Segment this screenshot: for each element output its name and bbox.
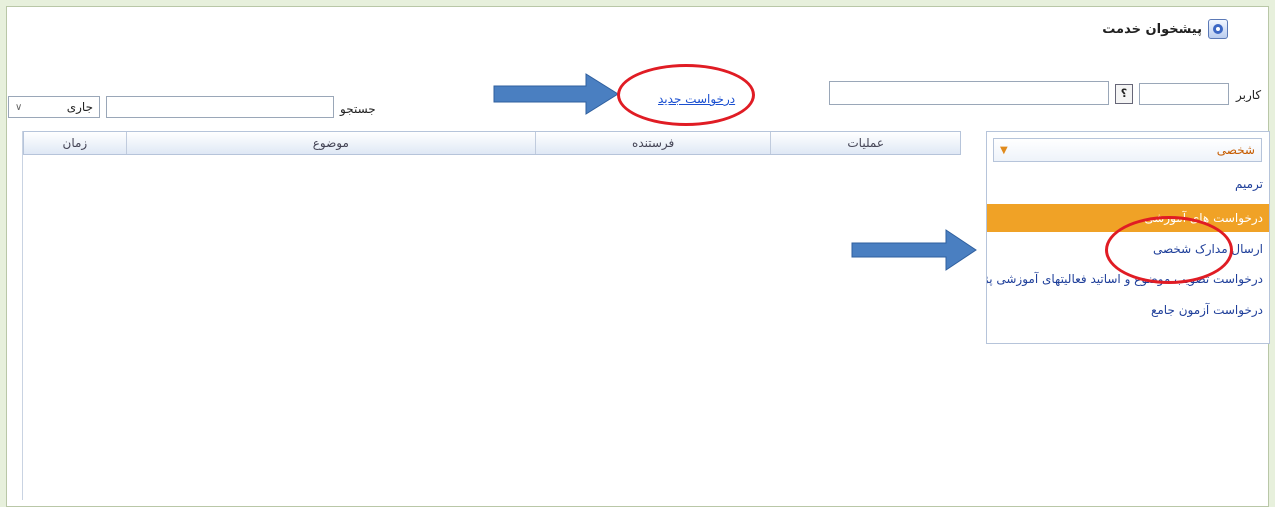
user-label: کاربر bbox=[1236, 88, 1262, 102]
grid-header: عملیات فرستنده موضوع زمان bbox=[23, 131, 961, 155]
annotation-circle-educational bbox=[1105, 216, 1233, 284]
annotation-arrow-icon bbox=[493, 73, 619, 115]
user-input[interactable] bbox=[1139, 83, 1229, 105]
column-sender[interactable]: فرستنده bbox=[534, 132, 771, 154]
title-bar: پیشخوان خدمت bbox=[1102, 19, 1228, 39]
category-dropdown[interactable]: ▼ شخصی bbox=[993, 138, 1262, 162]
search-input[interactable] bbox=[106, 96, 334, 118]
user-name-field bbox=[829, 81, 1109, 105]
annotation-arrow-icon-2 bbox=[851, 229, 977, 271]
menu-item-restore[interactable]: ترمیم bbox=[987, 170, 1269, 198]
search-label: جستجو bbox=[340, 102, 376, 116]
category-dropdown-value: شخصی bbox=[1216, 143, 1255, 157]
request-grid: عملیات فرستنده موضوع زمان bbox=[22, 131, 961, 500]
dropdown-arrow-icon: ▼ bbox=[1000, 144, 1008, 156]
column-operations[interactable]: عملیات bbox=[770, 132, 960, 154]
annotation-circle-new-request bbox=[617, 64, 755, 126]
column-subject[interactable]: موضوع bbox=[125, 132, 535, 154]
service-desk-icon bbox=[1208, 19, 1228, 39]
status-select-value: جاری bbox=[66, 100, 93, 114]
menu-item-comprehensive-exam[interactable]: درخواست آزمون جامع bbox=[987, 296, 1269, 324]
column-time[interactable]: زمان bbox=[24, 132, 126, 154]
status-select[interactable]: ∨ جاری bbox=[8, 96, 100, 118]
chevron-down-icon: ∨ bbox=[15, 101, 23, 113]
page-title: پیشخوان خدمت bbox=[1102, 21, 1202, 37]
user-lookup-button[interactable]: ؟ bbox=[1115, 84, 1133, 104]
